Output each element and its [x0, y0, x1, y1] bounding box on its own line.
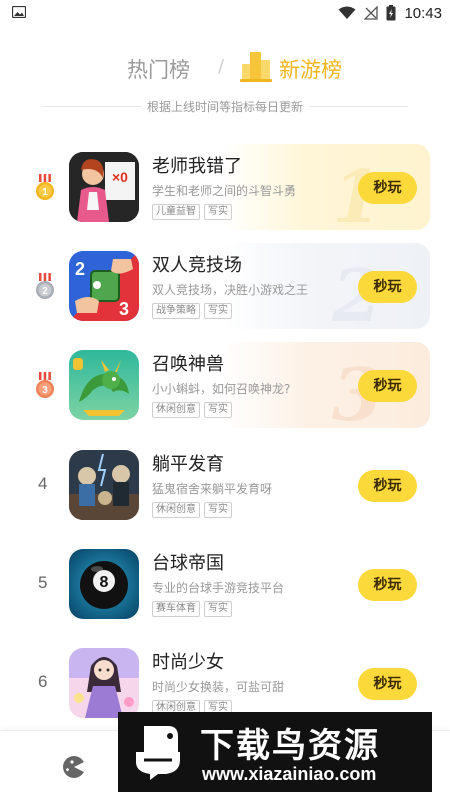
watermark-title: 下载鸟资源: [200, 726, 380, 766]
rank-number: 6: [38, 672, 48, 691]
rank-number: 5: [38, 573, 48, 592]
svg-text:1: 1: [42, 187, 48, 198]
play-button[interactable]: 秒玩: [358, 470, 417, 502]
game-icon-lying-flat[interactable]: [69, 450, 139, 520]
game-title: 台球帝国: [152, 553, 224, 574]
game-description: 双人竞技场，决胜小游戏之王: [152, 283, 309, 297]
tag-list: 赛车体育 写实: [152, 601, 232, 617]
list-item[interactable]: 3 3 召唤神兽 小小蝌蚪，如何召唤神龙? 休闲创意 写实 秒玩: [0, 338, 450, 437]
game-icon-fashion-girl[interactable]: [69, 648, 139, 718]
site-watermark: 下载鸟资源 www.xiazainiao.com: [118, 712, 432, 792]
tag: 写实: [204, 303, 232, 319]
game-title: 双人竞技场: [152, 255, 242, 276]
tag-list: 战争策略 写实: [152, 303, 232, 319]
play-button[interactable]: 秒玩: [358, 271, 417, 303]
tag: 写实: [204, 601, 232, 617]
svg-text:2: 2: [75, 259, 85, 279]
status-bar: 10:43: [0, 0, 450, 26]
tag-list: 儿童益智 写实: [152, 204, 232, 220]
tab-separator: /: [218, 56, 225, 77]
game-icon-billiards[interactable]: 8: [69, 549, 139, 619]
list-item[interactable]: 5 8 台球帝国 专业的台球手游竞技平台 赛车体育 写实 秒玩: [0, 537, 450, 629]
tag-list: 休闲创意 写实: [152, 402, 232, 418]
tag: 休闲创意: [152, 402, 200, 418]
game-title: 躺平发育: [152, 454, 224, 475]
play-button[interactable]: 秒玩: [358, 569, 417, 601]
tag: 写实: [204, 402, 232, 418]
buildings-icon: [240, 52, 272, 82]
svg-text:3: 3: [42, 385, 48, 396]
silver-medal-icon: 2: [36, 273, 54, 299]
tab-new[interactable]: 新游榜: [279, 54, 342, 84]
gold-medal-icon: 1: [36, 174, 54, 200]
list-item[interactable]: 4 躺平发育 猛鬼宿舍来躺平发育呀 休闲创意 写实 秒玩: [0, 438, 450, 530]
svg-text:×0: ×0: [112, 169, 128, 185]
subtitle-row: 根据上线时间等指标每日更新: [42, 98, 408, 114]
battery-charging-icon: [386, 5, 396, 21]
pacman-icon[interactable]: [62, 755, 86, 779]
list-item[interactable]: 1 1 ×0 老师我错了 学生和老师之间的斗智斗勇 儿童益智 写实 秒玩: [0, 140, 450, 239]
game-icon-dragon[interactable]: [69, 350, 139, 420]
image-notification-icon: [12, 6, 26, 18]
svg-text:2: 2: [42, 286, 48, 297]
bird-logo-icon: [136, 726, 180, 780]
game-description: 时尚少女换装，可盐可甜: [152, 680, 285, 694]
game-description: 猛鬼宿舍来躺平发育呀: [152, 482, 273, 496]
bronze-medal-icon: 3: [36, 372, 54, 398]
tag-list: 休闲创意 写实: [152, 502, 232, 518]
clock: 10:43: [404, 4, 442, 22]
tag: 赛车体育: [152, 601, 200, 617]
play-button[interactable]: 秒玩: [358, 370, 417, 402]
wifi-icon: [338, 6, 356, 19]
rank-number: 4: [38, 474, 48, 493]
game-title: 时尚少女: [152, 652, 224, 673]
tag: 休闲创意: [152, 502, 200, 518]
game-title: 召唤神兽: [152, 354, 224, 375]
tag: 写实: [204, 204, 232, 220]
game-description: 学生和老师之间的斗智斗勇: [152, 184, 297, 198]
update-note: 根据上线时间等指标每日更新: [140, 100, 309, 114]
game-description: 专业的台球手游竞技平台: [152, 581, 285, 595]
svg-text:8: 8: [100, 574, 109, 591]
tag: 写实: [204, 502, 232, 518]
ranking-tabs: 热门榜 / 新游榜: [0, 48, 450, 88]
game-description: 小小蝌蚪，如何召唤神龙?: [152, 382, 291, 396]
game-icon-teacher[interactable]: ×0: [69, 152, 139, 222]
game-title: 老师我错了: [152, 156, 242, 177]
play-button[interactable]: 秒玩: [358, 172, 417, 204]
tab-hot[interactable]: 热门榜: [127, 54, 190, 84]
tag: 儿童益智: [152, 204, 200, 220]
list-item[interactable]: 2 2 2 3 双人竞技场 双人竞技场，决胜小游戏之王 战争策略 写实 秒玩: [0, 239, 450, 338]
tag: 战争策略: [152, 303, 200, 319]
no-signal-icon: [364, 6, 379, 20]
watermark-url: www.xiazainiao.com: [202, 764, 377, 784]
svg-text:3: 3: [119, 299, 129, 319]
play-button[interactable]: 秒玩: [358, 668, 417, 700]
game-icon-arena[interactable]: 2 3: [69, 251, 139, 321]
